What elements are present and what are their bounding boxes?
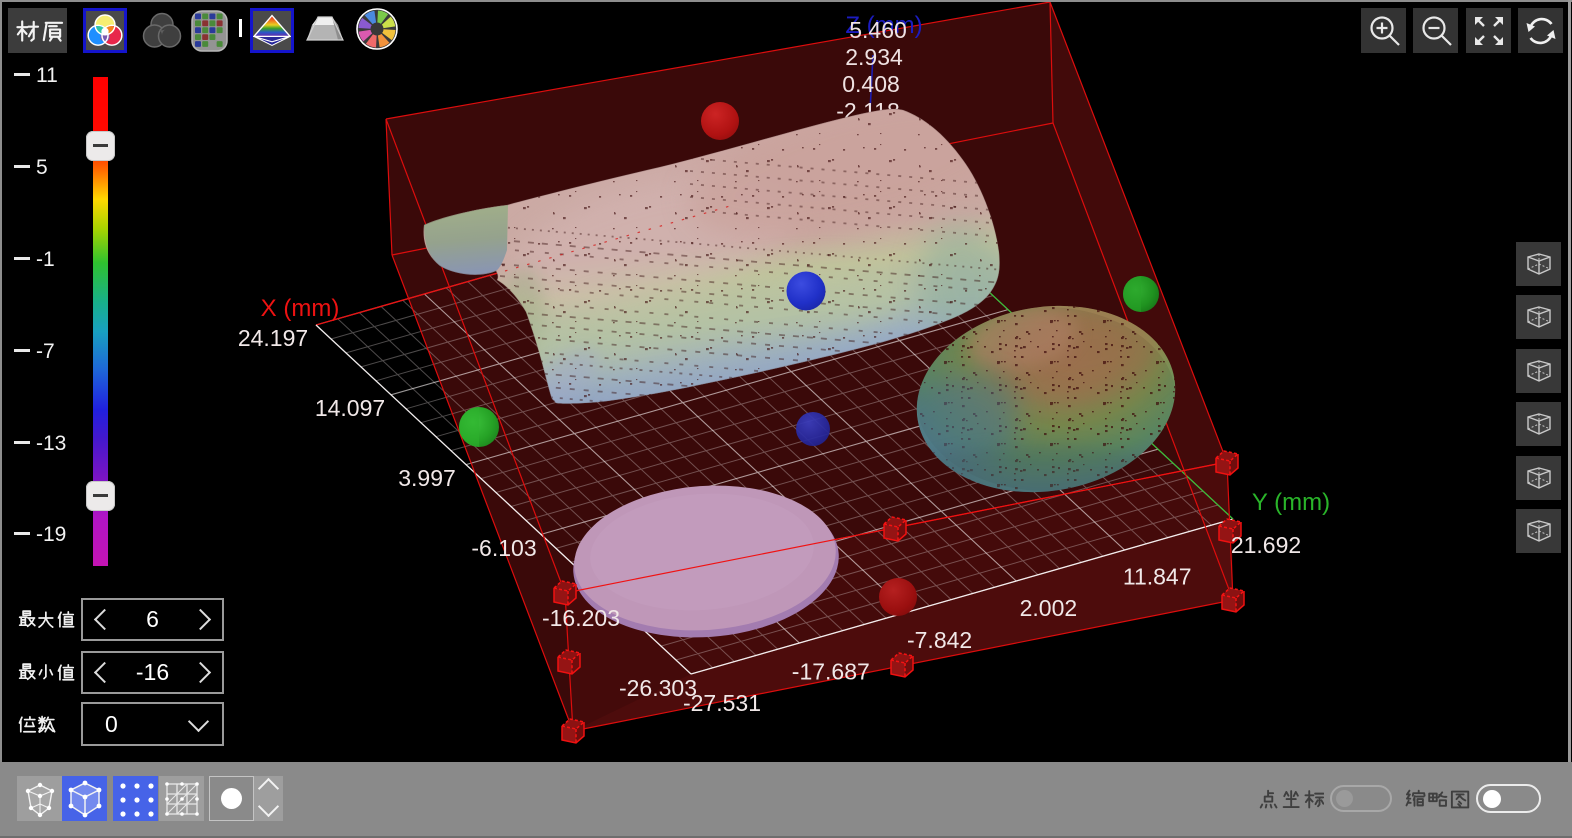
svg-text:14.097: 14.097	[315, 395, 385, 421]
svg-text:-27.531: -27.531	[683, 690, 761, 716]
svg-text:-17.687: -17.687	[792, 658, 870, 684]
svg-text:2.002: 2.002	[1020, 595, 1078, 621]
svg-text:Y (mm): Y (mm)	[1252, 489, 1330, 516]
svg-text:3.997: 3.997	[398, 465, 456, 491]
svg-text:-6.103: -6.103	[471, 535, 536, 561]
svg-text:-7.842: -7.842	[907, 627, 972, 653]
svg-text:11.847: 11.847	[1123, 564, 1192, 590]
svg-text:-16.203: -16.203	[542, 605, 620, 631]
svg-text:X (mm): X (mm)	[261, 295, 340, 322]
svg-text:24.197: 24.197	[238, 325, 308, 351]
svg-text:0.408: 0.408	[842, 71, 900, 97]
svg-text:21.692: 21.692	[1231, 532, 1301, 558]
svg-text:2.934: 2.934	[845, 44, 903, 70]
svg-text:5.460: 5.460	[849, 17, 907, 43]
